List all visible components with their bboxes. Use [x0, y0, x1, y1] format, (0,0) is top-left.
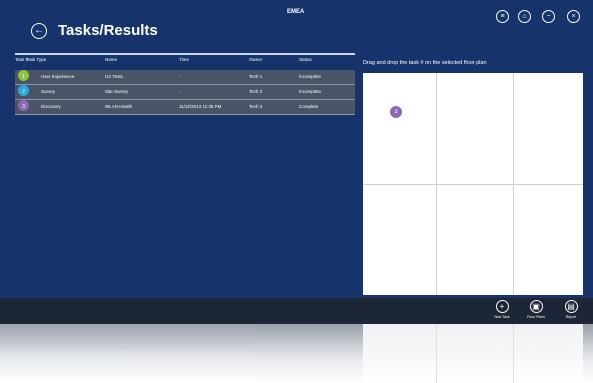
- task-number-badge[interactable]: 2: [18, 85, 29, 96]
- floor-plan-icon-reflection: ▣: [529, 338, 542, 351]
- cell-task-type: Survey: [41, 89, 56, 94]
- cell-owner: Tech 2: [249, 89, 263, 94]
- minus-icon[interactable]: −: [542, 10, 555, 23]
- home-icon[interactable]: ⌂: [518, 10, 531, 23]
- cell-status: Incomplete: [299, 89, 322, 94]
- grid-line: [363, 184, 583, 185]
- table-header: Task # Task Type Name Time Owner Status: [15, 57, 355, 69]
- cell-owner: Tech 1: [249, 74, 263, 79]
- report-icon: ▤: [564, 300, 578, 313]
- cell-task-type: Discovery: [41, 104, 61, 109]
- col-task-type[interactable]: Task Type: [26, 57, 46, 62]
- app-window: ← Tasks/Results EMEA ≡ ⌂ − × Task # Task…: [0, 0, 593, 298]
- table-divider: [15, 53, 355, 55]
- cell-time: 11/12/2013 11:35 PM: [179, 104, 222, 109]
- floor-plan-icon: ▣: [529, 300, 543, 313]
- floor-plan-reflection: [363, 324, 583, 383]
- region-label: EMEA: [287, 9, 305, 15]
- cell-name: UX Tests: [105, 74, 123, 79]
- report-button[interactable]: ▤ Report: [556, 300, 586, 319]
- floor-plans-label: Floor Plans: [527, 315, 545, 319]
- page-title: Tasks/Results: [58, 22, 158, 39]
- cell-task-type: User Experience: [41, 74, 75, 79]
- grid-line: [436, 324, 437, 383]
- reflection: [0, 324, 593, 383]
- new-task-button[interactable]: + New Task: [487, 300, 517, 319]
- table-row[interactable]: 1 User Experience UX Tests - Tech 1 Inco…: [15, 70, 355, 85]
- col-status[interactable]: Status: [299, 57, 312, 62]
- cell-status: Complete: [299, 104, 319, 109]
- cell-time: -: [179, 89, 181, 94]
- cell-name: Site Survey: [105, 89, 129, 94]
- cell-owner: Tech 3: [249, 104, 263, 109]
- list-icon[interactable]: ≡: [496, 10, 509, 23]
- floor-plans-button[interactable]: ▣ Floor Plans: [521, 300, 551, 319]
- floor-plan-canvas[interactable]: 3: [363, 73, 583, 295]
- cell-status: Incomplete: [299, 74, 322, 79]
- task-number-badge[interactable]: 1: [18, 70, 29, 81]
- floorplan-instruction: Drag and drop the task # on the selected…: [363, 60, 487, 66]
- task-marker[interactable]: 3: [390, 106, 402, 118]
- close-icon[interactable]: ×: [567, 10, 580, 23]
- report-icon-reflection: ▤: [564, 338, 577, 351]
- col-owner[interactable]: Owner: [249, 57, 262, 62]
- task-number-badge[interactable]: 3: [18, 100, 29, 111]
- table-row[interactable]: 2 Survey Site Survey - Tech 2 Incomplete: [15, 85, 355, 100]
- col-name[interactable]: Name: [105, 57, 117, 62]
- report-label: Report: [565, 315, 577, 319]
- table-row[interactable]: 3 Discovery WLAN Health 11/12/2013 11:35…: [15, 100, 355, 115]
- grid-line: [513, 324, 514, 383]
- plus-icon-reflection: +: [495, 338, 508, 351]
- col-time[interactable]: Time: [179, 57, 189, 62]
- plus-icon: +: [495, 300, 509, 313]
- cell-name: WLAN Health: [105, 104, 133, 109]
- new-task-label: New Task: [494, 315, 510, 319]
- cell-time: -: [179, 74, 181, 79]
- back-arrow-icon[interactable]: ←: [31, 23, 47, 39]
